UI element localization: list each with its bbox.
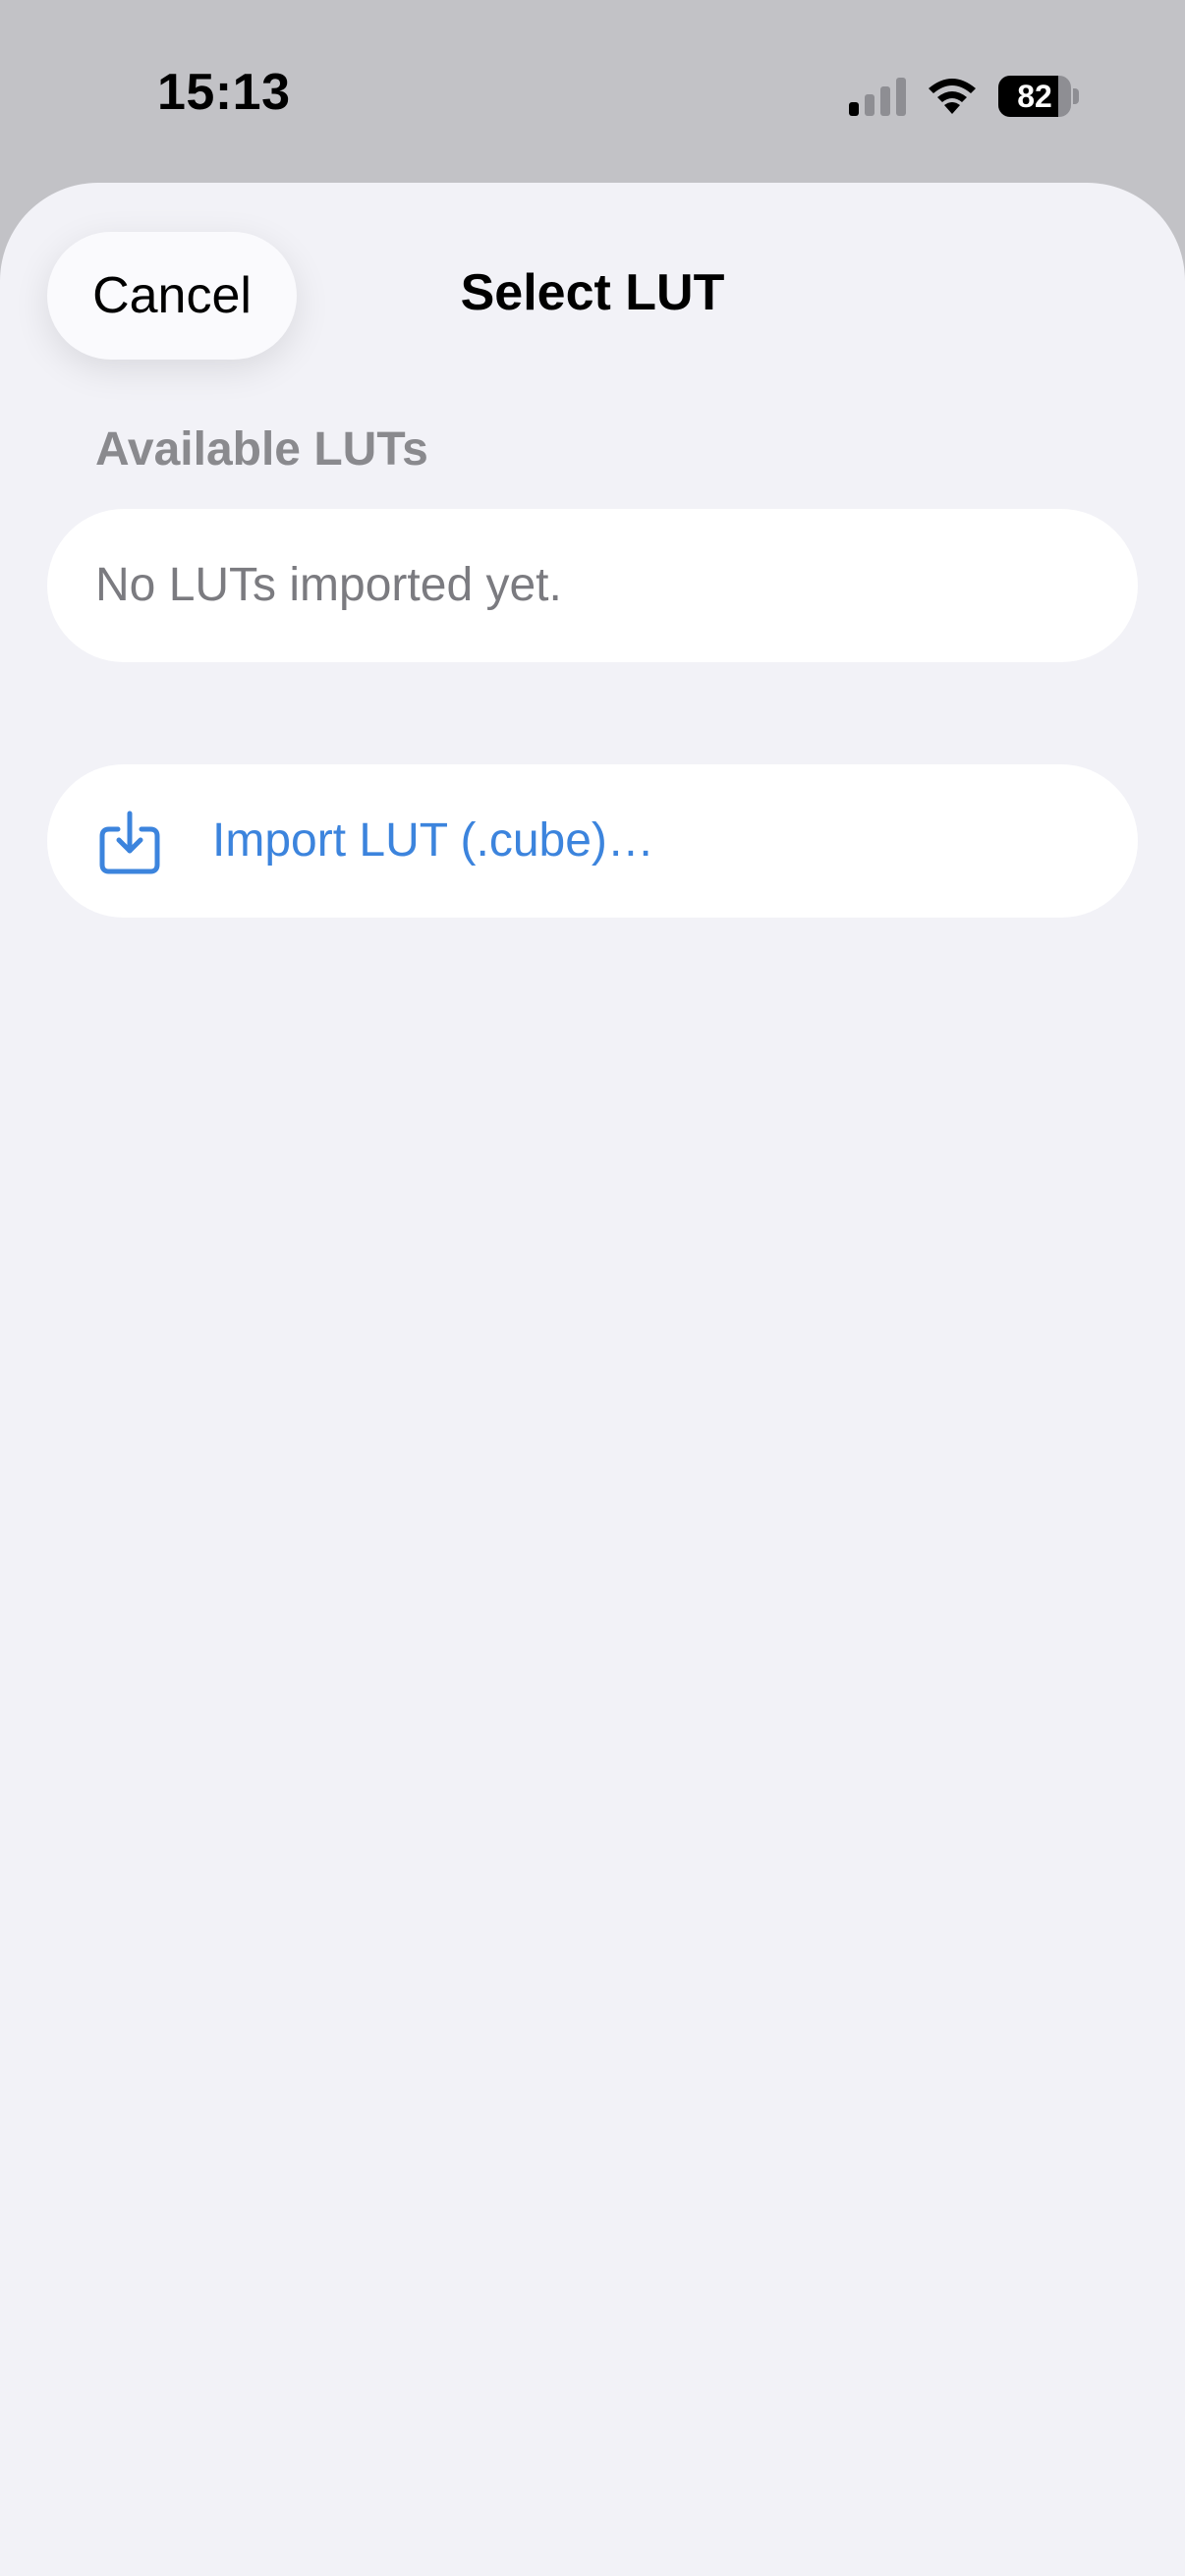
empty-lut-list-card: No LUTs imported yet. [47, 509, 1138, 662]
import-lut-label: Import LUT (.cube)… [212, 814, 654, 867]
select-lut-sheet: Cancel Select LUT Available LUTs No LUTs… [0, 183, 1185, 2576]
sheet-title: Select LUT [460, 264, 725, 321]
status-bar: 15:13 82 [0, 0, 1185, 183]
battery-level: 82 [1017, 79, 1052, 114]
battery-body: 82 [998, 76, 1071, 117]
tray-arrow-down-icon [99, 811, 160, 874]
battery-indicator: 82 [998, 76, 1081, 117]
section-header-available-luts: Available LUTs [95, 423, 428, 476]
empty-lut-message: No LUTs imported yet. [95, 559, 562, 611]
status-time: 15:13 [157, 64, 291, 121]
wifi-icon [929, 79, 976, 114]
cellular-signal-icon [849, 78, 906, 116]
battery-cap [1073, 88, 1079, 104]
import-lut-button[interactable]: Import LUT (.cube)… [47, 764, 1138, 918]
